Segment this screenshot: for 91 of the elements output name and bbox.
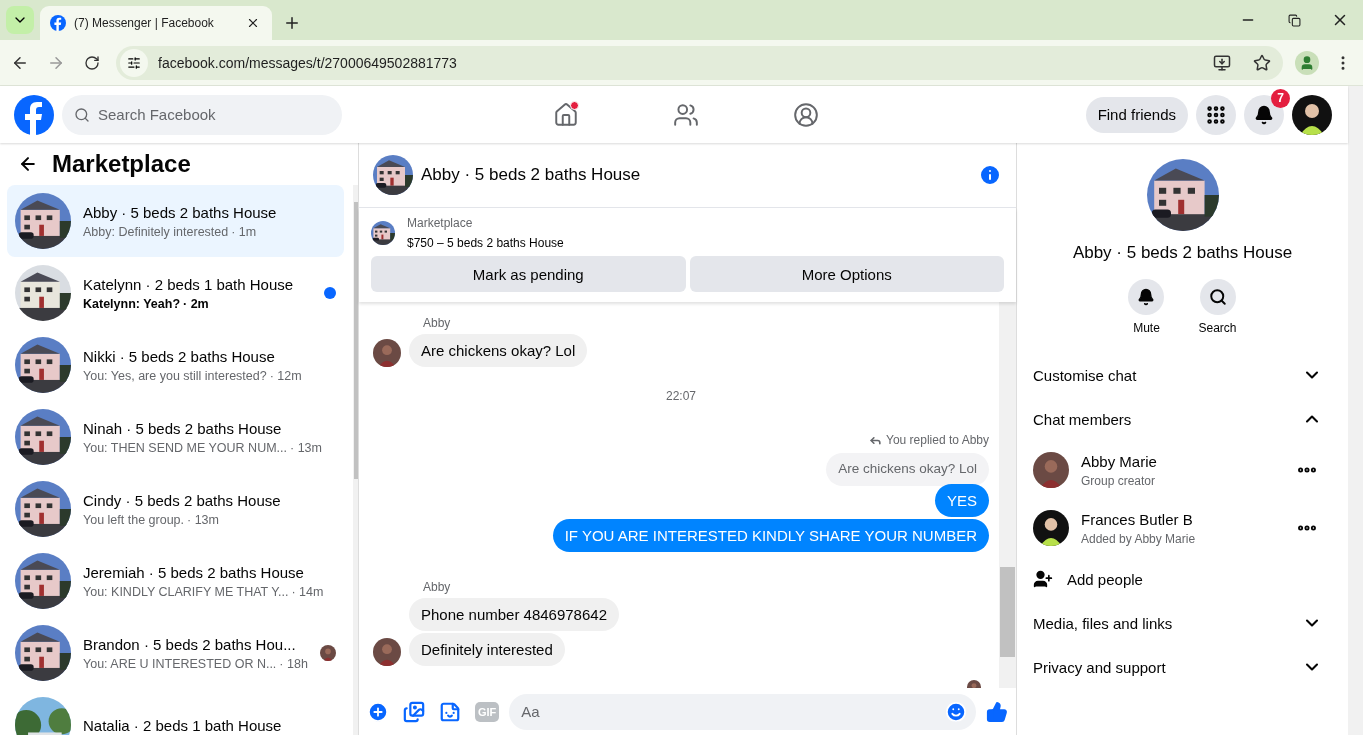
conversation-item[interactable]: Natalia · 2 beds 1 bath House [7,689,344,735]
like-icon[interactable] [986,700,1008,723]
sidebar-title: Marketplace [52,150,191,178]
listing-title: $750 – 5 beds 2 baths House [407,236,564,250]
avatar [1033,452,1069,488]
conversation-title: Jeremiah · 5 beds 2 baths House [83,563,305,581]
avatar [1033,510,1069,546]
notifications-button[interactable] [1244,94,1284,135]
message-time: · 13m [187,512,219,527]
incoming-message: Definitely interested [409,633,565,666]
facebook-logo-icon [50,15,66,31]
install-icon[interactable] [1213,53,1231,72]
member-role: Group creator [1081,473,1157,488]
conversation-item[interactable]: Cindy · 5 beds 2 baths House You left the group. · 13m [7,473,344,545]
avatar [319,645,336,661]
sticker-icon[interactable] [439,700,461,723]
address-bar[interactable]: facebook.com/messages/t/27000649502881773 [116,45,1283,80]
incoming-message: Phone number 4846978642 [409,598,619,631]
message-time: · 1m [231,224,257,239]
search-icon [1208,288,1227,306]
quoted-message: Are chickens okay? Lol [826,453,989,486]
conversation-title: Nikki · 5 beds 2 baths House [83,347,276,365]
add-icon[interactable] [367,700,389,723]
search-icon [74,106,90,123]
message-time: · 14m [291,584,324,599]
conversation-item[interactable]: Katelynn · 2 beds 1 bath House Katelynn: Yeah? · 2m [7,257,344,329]
section-header[interactable]: Chat members [1033,397,1332,441]
conversation-title: Abby · 5 beds 2 baths House [83,203,278,221]
conversation-item[interactable]: Abby · 5 beds 2 baths House Abby: Definitely interested · 1m [7,185,344,257]
message-preview: You: ARE U INTERESTED OR N... [83,656,277,671]
add-person-icon [1033,569,1053,589]
profile-icon[interactable] [1295,50,1319,75]
reply-note: You replied to Abby [886,433,989,447]
conversation-title: Natalia · 2 beds 1 bath House [83,716,283,734]
conversation-title: Cindy · 5 beds 2 baths House [83,491,282,509]
unread-dot [323,287,336,299]
conversation-title: Ninah · 5 beds 2 baths House [83,419,283,437]
incoming-message: Are chickens okay? Lol [409,334,588,367]
message-field[interactable]: Aa [509,693,976,730]
tab-list-button[interactable] [6,6,34,34]
search-field[interactable]: Search Facebook [62,94,342,135]
chat-title: Abby · 5 beds 2 baths House [421,165,642,185]
member-name: Frances Butler B [1081,510,1194,528]
bookmark-star-icon[interactable] [1253,53,1271,72]
notification-count: 7 [1271,88,1290,108]
menu-button[interactable] [1196,94,1236,135]
member-role: Added by Abby Marie [1081,531,1197,546]
sender-name: Abby [423,580,452,594]
grid-icon [1205,103,1227,126]
message-time: · 18h [279,656,308,671]
conversation-name: Abby · 5 beds 2 baths House [1072,243,1293,263]
outgoing-message: IF YOU ARE INTERESTED KINDLY SHARE YOUR NUMBER [552,519,989,552]
message-preview: You: Yes, are you still interested? [83,368,267,383]
home-icon[interactable] [553,101,579,128]
message-preview: Abby: Definitely interested [83,224,229,239]
message-time: · 12m [269,368,302,383]
find-friends-button[interactable]: Find friends [1085,96,1188,133]
bell-icon [1137,288,1156,306]
listing-action-button[interactable]: Mark as pending [371,256,686,292]
timestamp: 22:07 [666,389,696,403]
listing-action-button[interactable]: More Options [689,256,1004,292]
avatar [1292,94,1332,135]
facebook-logo[interactable] [14,94,54,135]
conversation-item[interactable]: Jeremiah · 5 beds 2 baths House You: KINDLY CLARIFY ME THAT Y... · 14m [7,545,344,617]
conversation-title: Brandon · 5 beds 2 baths Hou... [83,635,297,653]
tab-title: (7) Messenger | Facebook [74,16,215,30]
site-info-icon[interactable] [120,48,148,77]
info-icon[interactable] [978,163,1002,187]
message-preview: You left the group. [83,512,184,527]
section-header[interactable]: Customise chat [1033,353,1332,397]
groups-icon[interactable] [793,101,819,128]
friends-icon[interactable] [673,101,699,128]
photo-icon[interactable] [403,700,425,723]
message-preview: You: THEN SEND ME YOUR NUM... [83,440,287,455]
message-preview: Katelynn: Yeah? [83,296,181,311]
member-name: Abby Marie [1081,452,1158,470]
message-preview: You: KINDLY CLARIFY ME THAT Y... [83,584,289,599]
sender-name: Abby [423,316,452,330]
section-header[interactable]: Media, files and links [1033,601,1332,645]
conversation-title: Katelynn · 2 beds 1 bath House [83,275,295,293]
conversation-item[interactable]: Brandon · 5 beds 2 baths Hou... You: ARE U INTERESTED OR N... · 18h [7,617,344,689]
conversation-item[interactable]: Nikki · 5 beds 2 baths House You: Yes, are you still interested? · 12m [7,329,344,401]
conversation-item[interactable]: Ninah · 5 beds 2 baths House You: THEN SEND ME YOUR NUM... · 13m [7,401,344,473]
browser-tab[interactable]: (7) Messenger | Facebook [40,6,272,40]
listing-label: Marketplace [407,216,474,230]
message-time: · 2m [183,296,209,311]
section-header[interactable]: Privacy and support [1033,645,1332,689]
add-people-button[interactable]: Add people [1033,557,1332,601]
bell-icon [1254,104,1274,125]
outgoing-message: YES [935,484,989,517]
message-time: · 13m [290,440,322,455]
